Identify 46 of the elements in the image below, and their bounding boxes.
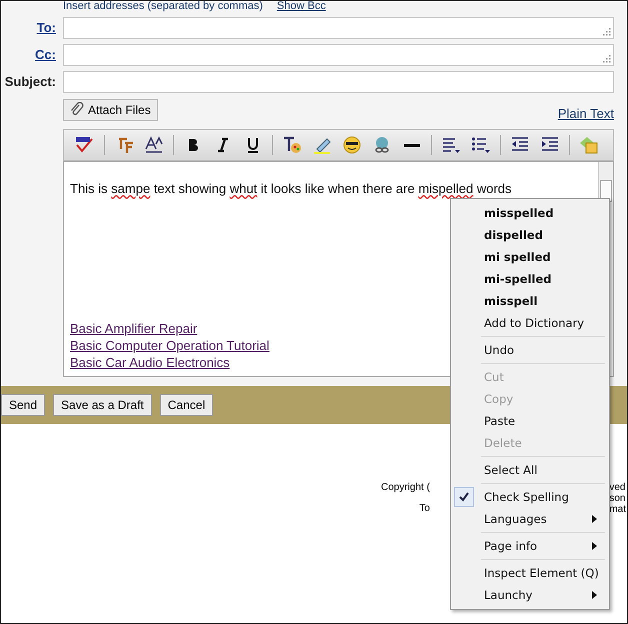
footer-text: To (419, 503, 430, 514)
input-field[interactable] (63, 44, 614, 66)
menu-item[interactable]: Undo (451, 339, 609, 361)
message-text: This is sampe text showing whut it looks like when there are mispelled words (70, 181, 513, 196)
submenu-arrow-icon (592, 542, 597, 550)
menu-item[interactable]: dispelled (451, 224, 609, 246)
field-label[interactable]: To: (1, 20, 56, 35)
action-button[interactable]: Send (1, 394, 46, 416)
submenu-arrow-icon (592, 515, 597, 523)
field-label: Subject: (4, 74, 56, 89)
menu-item[interactable]: Inspect Element (Q) (451, 562, 609, 584)
footer-text: ved (609, 482, 626, 493)
resize-grip-icon[interactable] (603, 54, 611, 62)
menu-item[interactable]: Select All (451, 459, 609, 481)
menu-item[interactable]: misspelled (451, 202, 609, 224)
menu-item[interactable]: Launchy (451, 584, 609, 606)
checkmark-icon (454, 487, 474, 507)
image-icon[interactable] (578, 135, 600, 155)
paperclip-icon (70, 102, 84, 118)
text-color-icon[interactable] (281, 135, 303, 155)
input-field[interactable] (63, 16, 614, 38)
submenu-arrow-icon (592, 591, 597, 599)
address-hint: Insert addresses (separated by commas) (63, 1, 263, 12)
menu-item[interactable]: Page info (451, 535, 609, 557)
menu-item[interactable]: Languages (451, 508, 609, 530)
footer-text: son (609, 493, 626, 504)
align-icon[interactable] (440, 135, 462, 155)
show-bcc-link[interactable]: Show Bcc (276, 1, 326, 12)
menu-item[interactable]: Paste (451, 410, 609, 432)
menu-item[interactable]: mi-spelled (451, 268, 609, 290)
plain-text-link[interactable]: Plain Text (558, 106, 614, 121)
menu-item[interactable]: misspell (451, 290, 609, 312)
smiley-icon[interactable] (341, 135, 363, 155)
attach-files-button[interactable]: Attach Files (63, 99, 158, 121)
menu-item[interactable]: Add to Dictionary (451, 312, 609, 334)
footer-text: Copyright ( (381, 482, 430, 493)
action-button[interactable]: Save as a Draft (53, 394, 152, 416)
menu-item[interactable]: Check Spelling (451, 486, 609, 508)
bullet-list-icon[interactable] (470, 135, 492, 155)
input-field[interactable] (63, 70, 614, 92)
action-button[interactable]: Cancel (160, 394, 214, 416)
menu-item[interactable]: mi spelled (451, 246, 609, 268)
field-label[interactable]: Cc: (1, 47, 56, 62)
font-size-icon[interactable] (143, 135, 165, 155)
resize-grip-icon[interactable] (603, 28, 611, 36)
footer-text: mat (609, 504, 626, 515)
